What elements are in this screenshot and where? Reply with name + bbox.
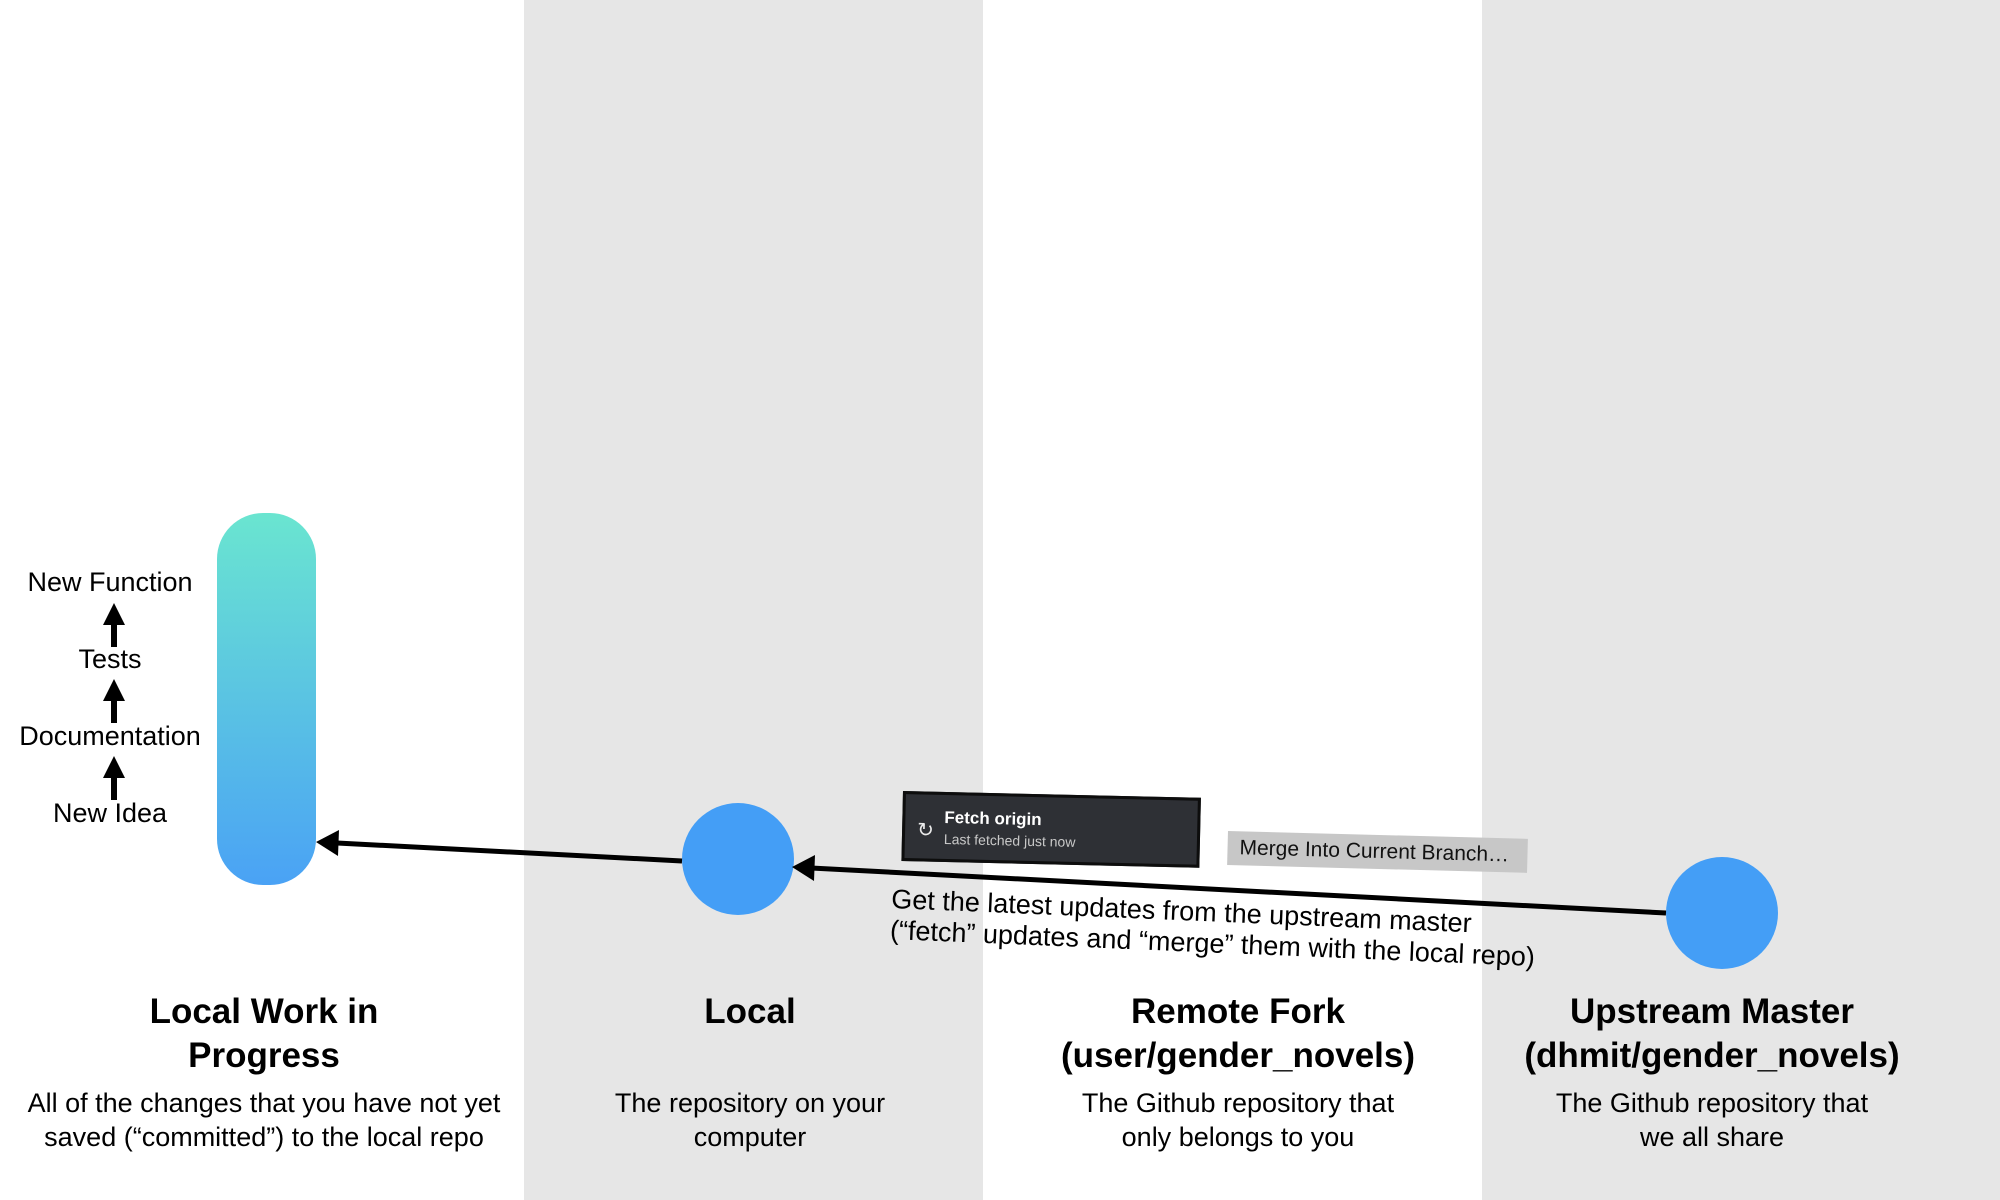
column-title-line: Local <box>704 992 796 1031</box>
column-remote-fork: Remote Fork (user/gender_novels) The Git… <box>1003 990 1473 1154</box>
column-title-line: (user/gender_novels) <box>1061 1036 1415 1075</box>
column-description-line: saved (“committed”) to the local repo <box>44 1122 484 1152</box>
column-description-line: The repository on your <box>614 1088 886 1118</box>
column-title-line: Remote Fork <box>1131 992 1345 1031</box>
column-description: The Github repository that we all share <box>1482 1086 1942 1154</box>
fetch-origin-subtitle: Last fetched just now <box>943 830 1076 850</box>
column-title-spacer <box>560 1034 940 1078</box>
column-title: Local <box>560 990 940 1078</box>
column-title-line: Upstream Master <box>1570 992 1854 1031</box>
column-description-line: only belongs to you <box>1121 1122 1355 1152</box>
column-description-line: we all share <box>1639 1122 1785 1152</box>
column-title-line: (dhmit/gender_novels) <box>1524 1036 1900 1075</box>
step-arrow-up-icon <box>103 756 125 800</box>
column-description-line: All of the changes that you have not yet <box>27 1088 501 1118</box>
column-title-line: Progress <box>188 1036 340 1075</box>
column-title: Upstream Master (dhmit/gender_novels) <box>1482 990 1942 1078</box>
column-local: Local The repository on your computer <box>560 990 940 1154</box>
column-description-line: The Github repository that <box>1081 1088 1395 1118</box>
column-description: The repository on your computer <box>560 1086 940 1154</box>
column-local-work-in-progress: Local Work in Progress All of the change… <box>4 990 524 1154</box>
fetch-origin-title: Fetch origin <box>944 807 1042 830</box>
column-description: All of the changes that you have not yet… <box>4 1086 524 1154</box>
column-description-line: The Github repository that <box>1555 1088 1869 1118</box>
column-title: Local Work in Progress <box>4 990 524 1078</box>
step-arrow-up-icon <box>103 679 125 723</box>
column-description: The Github repository that only belongs … <box>1003 1086 1473 1154</box>
refresh-icon: ↻ <box>916 819 935 842</box>
column-upstream-master: Upstream Master (dhmit/gender_novels) Th… <box>1482 990 1942 1154</box>
local-to-wip-arrow <box>316 830 683 864</box>
column-title-line: Local Work in <box>149 992 379 1031</box>
step-arrow-up-icon <box>103 603 125 647</box>
column-title: Remote Fork (user/gender_novels) <box>1003 990 1473 1078</box>
fetch-origin-button[interactable]: ↻ Fetch origin Last fetched just now <box>901 791 1201 868</box>
column-description-line: computer <box>693 1122 807 1152</box>
